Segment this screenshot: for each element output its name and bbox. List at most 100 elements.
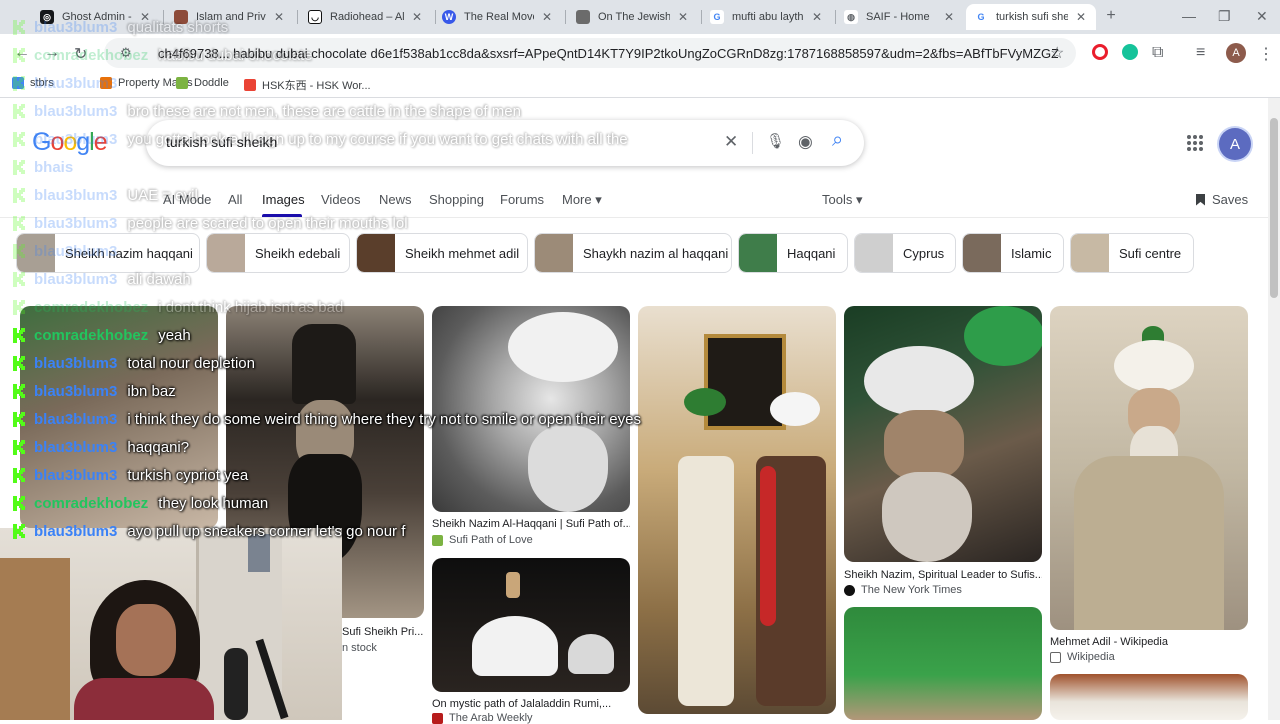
tab-videos[interactable]: Videos	[321, 192, 361, 207]
tab-close-icon[interactable]: ✕	[540, 10, 554, 24]
chat-message: comradekhobez yeah	[12, 322, 191, 348]
tab-images[interactable]: Images	[262, 192, 305, 207]
search-icon[interactable]: ⌕	[832, 129, 843, 152]
extensions-puzzle-icon[interactable]: ⧉	[1152, 44, 1163, 62]
image-result-tile[interactable]	[844, 306, 1042, 562]
scrollbar-thumb[interactable]	[1270, 118, 1278, 298]
browser-tab-mufti[interactable]: G mufti abu layth ✕	[702, 4, 832, 30]
tab-news[interactable]: News	[379, 192, 412, 207]
chat-username: comradekhobez	[34, 494, 149, 512]
bookmark-saves-icon	[1196, 193, 1205, 206]
robe-shape	[1074, 456, 1224, 630]
chip-sheikh-mehmet-adil[interactable]: Sheikh mehmet adil	[356, 233, 528, 273]
chip-islamic[interactable]: Islamic	[962, 233, 1064, 273]
account-avatar[interactable]: A	[1219, 128, 1251, 160]
image-result-source[interactable]: n stock	[342, 642, 377, 654]
saves-button[interactable]: Saves	[1196, 192, 1248, 207]
tab-close-icon[interactable]: ✕	[676, 10, 690, 24]
tab-close-icon[interactable]: ✕	[942, 10, 956, 24]
bookmark-hsk[interactable]: HSK东西 - HSK Wor...	[244, 77, 371, 93]
chat-username: bhais	[34, 158, 74, 176]
media-controls-icon[interactable]: ≡	[1196, 44, 1205, 62]
tab-shopping[interactable]: Shopping	[429, 192, 484, 207]
image-result-caption[interactable]: On mystic path of Jalaladdin Rumi,...	[432, 698, 630, 710]
clear-search-icon[interactable]: ✕	[724, 132, 738, 152]
tab-forums[interactable]: Forums	[500, 192, 544, 207]
image-result-source[interactable]: The New York Times	[844, 584, 962, 596]
image-result-caption[interactable]: Mehmet Adil - Wikipedia	[1050, 636, 1248, 648]
globe-favicon-icon: ◍	[844, 10, 858, 24]
profile-avatar[interactable]: A	[1226, 43, 1246, 63]
person-shirt-shape	[74, 678, 214, 720]
bookmark-star-icon[interactable]: ☆	[1050, 43, 1064, 63]
google-apps-grid-icon[interactable]	[1186, 134, 1204, 157]
tab-close-icon[interactable]: ✕	[810, 10, 824, 24]
tab-more[interactable]: More ▾	[562, 192, 602, 208]
chat-username: blau3blum3	[34, 18, 118, 36]
kick-badge-icon	[12, 467, 28, 483]
chip-label: Haqqani	[787, 245, 836, 261]
image-result-caption[interactable]: Sufi Sheikh Pri...	[342, 626, 424, 638]
bookmark-doddle[interactable]: Doddle	[176, 77, 229, 89]
kick-badge-icon	[12, 439, 28, 455]
chat-message: comradekhobez i dont think hijab isnt as …	[12, 294, 343, 320]
chip-sufi-centre[interactable]: Sufi centre	[1070, 233, 1194, 273]
kick-badge-icon	[12, 271, 28, 287]
tab-all[interactable]: All	[228, 192, 242, 207]
chip-shaykh-nazim-al-haqqani[interactable]: Shaykh nazim al haqqani	[534, 233, 732, 273]
chat-message: blau3blum3 i think they do some weird thi…	[12, 406, 641, 432]
tab-close-icon[interactable]: ✕	[410, 10, 424, 24]
chip-cyprus[interactable]: Cyprus	[854, 233, 956, 273]
opera-extension-icon[interactable]	[1092, 44, 1108, 60]
chat-text: UAE = evil	[127, 186, 198, 204]
browser-tab-saif[interactable]: ◍ SAIF - Home ✕	[836, 4, 964, 30]
tab-title: turkish sufi shei	[996, 11, 1068, 23]
image-result-tile[interactable]	[1050, 674, 1248, 720]
browser-menu-icon[interactable]: ⋮	[1258, 44, 1274, 64]
voice-search-mic-icon[interactable]: 🎙	[766, 132, 785, 150]
page-scrollbar[interactable]	[1268, 98, 1280, 720]
dervish-skirt-shape	[568, 634, 614, 674]
chip-thumbnail	[1071, 234, 1109, 272]
browser-tab-real-movement[interactable]: W The Real Movem ✕	[434, 4, 562, 30]
image-result-caption[interactable]: Sheikh Nazim Al-Haqqani | Sufi Path of..…	[432, 518, 630, 530]
chip-thumbnail	[739, 234, 777, 272]
new-tab-button[interactable]: +	[1100, 5, 1122, 27]
google-lens-icon[interactable]: ◉	[798, 132, 813, 152]
image-result-tile[interactable]	[844, 607, 1042, 720]
image-result-caption[interactable]: Sheikh Nazim, Spiritual Leader to Sufis.…	[844, 569, 1042, 581]
minimize-window-button[interactable]: —	[1182, 8, 1196, 24]
restore-window-button[interactable]: ❐	[1218, 8, 1231, 25]
chat-username: blau3blum3	[34, 522, 118, 540]
image-result-tile[interactable]	[432, 558, 630, 692]
chip-sheikh-edebali[interactable]: Sheikh edebali	[206, 233, 350, 273]
chat-message: blau3blum3	[12, 238, 127, 264]
image-result-source[interactable]: Sufi Path of Love	[432, 534, 533, 546]
image-result-source[interactable]: The Arab Weekly	[432, 712, 533, 724]
turban-shape	[508, 312, 618, 382]
browser-tab-jewish[interactable]: On The Jewish C ✕	[568, 4, 698, 30]
nyt-favicon-icon	[844, 584, 855, 596]
chat-message: blau3blum3 bro these are not men, these a…	[12, 98, 521, 124]
tools-button[interactable]: Tools ▾	[822, 192, 863, 208]
chat-message: blau3blum3 people are scared to open thei…	[12, 210, 408, 236]
grammarly-extension-icon[interactable]	[1122, 44, 1138, 60]
chat-text: you gotta hook a lil sign up to my cours…	[127, 130, 628, 148]
browser-tab-turkish-sufi[interactable]: G turkish sufi shei ✕	[966, 4, 1096, 30]
radiohead-favicon-icon: ◡	[308, 10, 322, 24]
image-result-tile[interactable]	[638, 306, 836, 714]
site-favicon-icon	[432, 534, 443, 546]
browser-tab-radiohead[interactable]: ◡ Radiohead – All ✕	[300, 4, 432, 30]
source-label: Wikipedia	[1067, 651, 1115, 663]
bookmarks-bar: stbrs Property Maths Doddle HSK东西 - HSK …	[0, 72, 1280, 98]
close-window-button[interactable]: ✕	[1256, 8, 1268, 25]
chat-username: blau3blum3	[34, 242, 118, 260]
chat-username: blau3blum3	[34, 438, 118, 456]
tab-close-icon[interactable]: ✕	[1074, 10, 1088, 24]
tab-close-icon[interactable]: ✕	[272, 10, 286, 24]
chip-haqqani[interactable]: Haqqani	[738, 233, 848, 273]
bookmark-favicon-icon	[176, 77, 188, 89]
image-result-tile[interactable]	[1050, 306, 1248, 630]
image-result-source[interactable]: Wikipedia	[1050, 651, 1115, 663]
chip-thumbnail	[963, 234, 1001, 272]
